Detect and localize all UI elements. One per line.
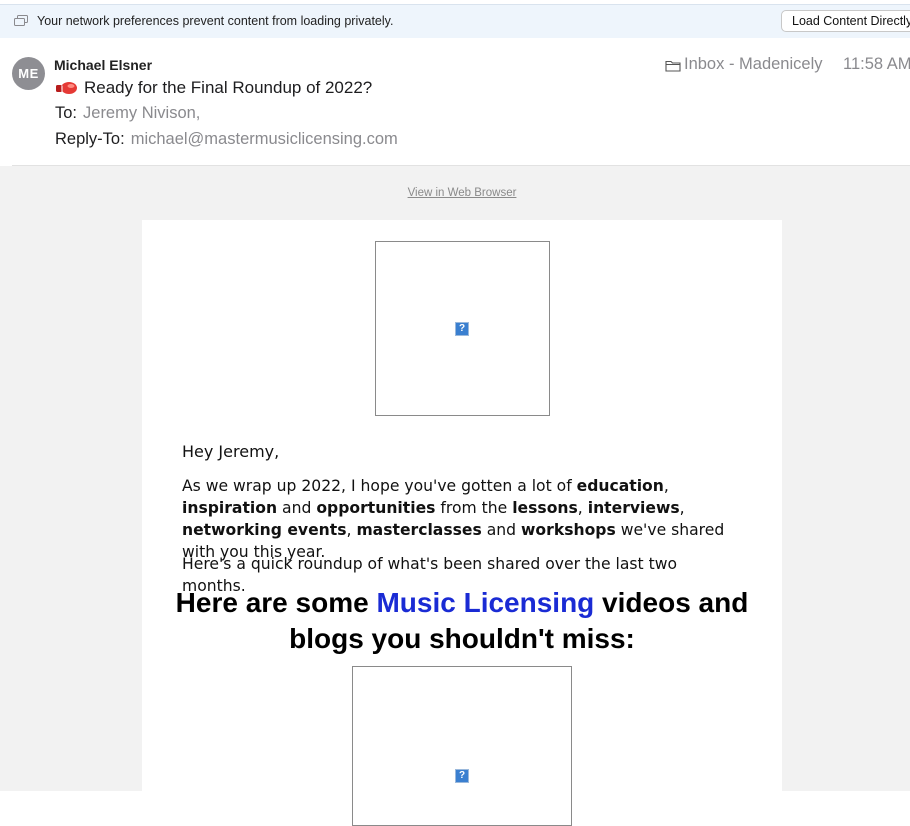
reply-to-row: Reply-To: michael@mastermusiclicensing.co… [55,130,398,149]
subject-text: Ready for the Final Roundup of 2022? [84,78,373,97]
folder-icon [665,60,681,72]
headline-accent: Music Licensing [376,587,595,618]
section-headline: Here are some Music Licensing videos and… [175,587,749,654]
sender-name[interactable]: Michael Elsner [54,57,152,73]
email-content-card: ? Hey Jeremy, As we wrap up 2022, I hope… [142,220,782,826]
greeting: Hey Jeremy, [182,442,280,461]
received-time: 11:58 AM [843,55,910,73]
to-label: To: [55,104,78,122]
reply-to-address[interactable]: michael@mastermusiclicensing.com [131,130,398,148]
header-image: ? [375,241,550,416]
avatar: ME [12,57,45,90]
wrap-up-paragraph: As we wrap up 2022, I hope you've gotten… [182,477,725,561]
load-content-button[interactable]: Load Content Directly [781,10,910,32]
missing-image-icon: ? [455,322,469,336]
mailbox-indicator[interactable]: Inbox - Madenicely [665,55,823,74]
privacy-icon [14,15,28,26]
content-image: ? [352,666,572,826]
to-recipient[interactable]: Jeremy Nivison, [83,104,200,122]
missing-image-icon: ? [455,769,469,783]
mailbox-name: Inbox - Madenicely [684,55,823,73]
to-row: To: Jeremy Nivison, [55,104,200,123]
reply-to-label: Reply-To: [55,130,125,148]
view-in-browser-link[interactable]: View in Web Browser [0,187,910,199]
privacy-banner: Your network preferences prevent content… [0,4,910,38]
subject-line: Ready for the Final Roundup of 2022? [55,78,372,98]
privacy-message: Your network preferences prevent content… [37,14,394,28]
boxing-glove-icon [56,82,77,94]
email-body[interactable]: View in Web Browser ? Hey Jeremy, As we … [0,166,910,826]
